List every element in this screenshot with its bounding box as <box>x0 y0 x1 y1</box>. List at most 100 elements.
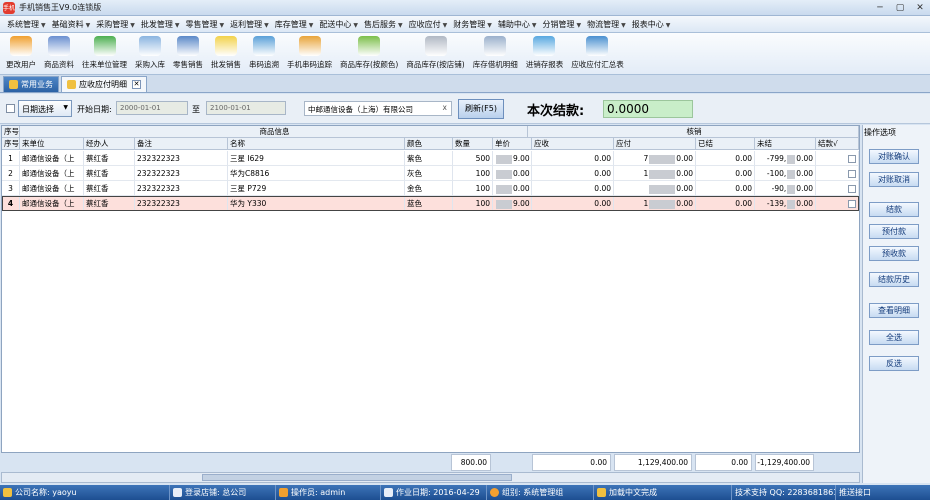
start-date-label: 开始日期: <box>77 105 112 114</box>
price-value: 0.00 <box>513 169 530 178</box>
tab-receivable-payable-detail[interactable]: 应收应付明细 ✕ <box>61 76 147 92</box>
store-icon <box>173 488 182 497</box>
horizontal-scrollbar[interactable] <box>1 472 860 483</box>
clear-icon[interactable]: x <box>443 103 447 112</box>
unsettled-prefix: -799, <box>766 154 787 163</box>
chevron-down-icon: ▼ <box>531 21 537 29</box>
payable-value: 0.00 <box>676 199 693 208</box>
toolbar-button-label: 零售销售 <box>173 60 203 69</box>
toolbar-button[interactable]: 手机串码追踪 <box>283 33 336 70</box>
menu-item[interactable]: 物流管理 ▼ <box>584 19 629 30</box>
table-cell: 0.00 <box>696 166 755 181</box>
start-date-input[interactable]: 2000-01-01 <box>116 101 188 115</box>
table-cell: 0.00 <box>532 181 614 196</box>
confirm-reconcile-button[interactable]: 对账确认 <box>869 149 919 164</box>
table-cell: 金色 <box>405 181 453 196</box>
prepay-button[interactable]: 预付款 <box>869 224 919 239</box>
settle-amount-input[interactable]: 0.0000 <box>603 100 693 118</box>
settle-button[interactable]: 结款 <box>869 202 919 217</box>
column-header[interactable]: 颜色 <box>405 138 453 150</box>
tab-common-business[interactable]: 常用业务 <box>3 76 59 92</box>
price-value: 9.00 <box>513 154 530 163</box>
table-cell: 100 <box>453 196 493 211</box>
tab-label: 应收应付明细 <box>79 80 127 89</box>
toolbar-button[interactable]: 串码追溯 <box>245 33 283 70</box>
menu-item[interactable]: 库存管理 ▼ <box>272 19 317 30</box>
total-settled: 0.00 <box>695 454 752 471</box>
maximize-button[interactable]: ▢ <box>890 1 910 15</box>
toolbar-button[interactable]: 应收应付汇总表 <box>567 33 628 70</box>
menu-item[interactable]: 系统管理 ▼ <box>4 19 49 30</box>
menu-item[interactable]: 基础资料 ▼ <box>49 19 94 30</box>
menu-item[interactable]: 报表中心 ▼ <box>629 19 674 30</box>
table-cell: 0.00 <box>532 196 614 211</box>
menu-item[interactable]: 辅助中心 ▼ <box>495 19 540 30</box>
column-header[interactable]: 应收 <box>532 138 614 150</box>
column-header[interactable]: 已结 <box>696 138 755 150</box>
menu-item[interactable]: 采购管理 ▼ <box>93 19 138 30</box>
column-header[interactable]: 备注 <box>135 138 228 150</box>
column-header[interactable]: 数量 <box>453 138 493 150</box>
status-group: 组别: 系统管理组 <box>487 485 594 500</box>
status-operator: 操作员: admin <box>276 485 381 500</box>
toolbar-button[interactable]: 批发销售 <box>207 33 245 70</box>
settle-checkbox[interactable] <box>848 155 856 163</box>
view-detail-button[interactable]: 查看明细 <box>869 303 919 318</box>
scrollbar-thumb[interactable] <box>202 474 512 481</box>
prereceive-button[interactable]: 预收款 <box>869 246 919 261</box>
minimize-button[interactable]: ─ <box>870 1 890 15</box>
table-cell: 蔡红香 <box>84 151 135 166</box>
column-header[interactable]: 经办人 <box>84 138 135 150</box>
toolbar-button[interactable]: 商品库存(按店铺) <box>402 33 468 70</box>
user-icon <box>279 488 288 497</box>
column-header[interactable]: 名称 <box>228 138 405 150</box>
menu-item[interactable]: 分销管理 ▼ <box>540 19 585 30</box>
payable-prefix: 7 <box>643 154 649 163</box>
invert-select-button[interactable]: 反选 <box>869 356 919 371</box>
toolbar-button[interactable]: 库存借机明细 <box>469 33 522 70</box>
menu-item[interactable]: 财务管理 ▼ <box>450 19 495 30</box>
table-cell: 蔡红香 <box>84 181 135 196</box>
toolbar-button[interactable]: 采购入库 <box>131 33 169 70</box>
column-header[interactable]: 未结 <box>755 138 816 150</box>
column-header[interactable]: 单价 <box>493 138 532 150</box>
menu-item[interactable]: 批发管理 ▼ <box>138 19 183 30</box>
settle-checkbox[interactable] <box>848 185 856 193</box>
filter-checkbox[interactable] <box>6 104 15 113</box>
price-value: 9.00 <box>513 199 530 208</box>
menu-item[interactable]: 配送中心 ▼ <box>316 19 361 30</box>
column-header[interactable]: 应付 <box>614 138 696 150</box>
date-mode-select[interactable]: 日期选择 ▼ <box>18 100 72 117</box>
settle-checkbox[interactable] <box>848 170 856 178</box>
column-header[interactable]: 来单位 <box>20 138 84 150</box>
menu-item-label: 财务管理 <box>453 19 486 29</box>
toolbar-button[interactable]: 零售销售 <box>169 33 207 70</box>
menu-item[interactable]: 售后服务 ▼ <box>361 19 406 30</box>
refresh-button[interactable]: 刷新(F5) <box>458 99 504 119</box>
menu-item-label: 配送中心 <box>319 19 352 29</box>
toolbar-button[interactable]: 更改用户 <box>2 33 40 70</box>
menu-item[interactable]: 应收应付 ▼ <box>406 19 451 30</box>
settle-history-button[interactable]: 结款历史 <box>869 272 919 287</box>
chevron-down-icon: ▼ <box>63 104 68 111</box>
table-cell: 三星 P729 <box>228 181 405 196</box>
menu-item[interactable]: 返利管理 ▼ <box>227 19 272 30</box>
select-all-button[interactable]: 全选 <box>869 330 919 345</box>
toolbar-button[interactable]: 进销存报表 <box>522 33 568 70</box>
magnifier-icon <box>484 36 507 56</box>
toolbar-button[interactable]: 商品资料 <box>40 33 78 70</box>
column-header[interactable]: 序号 <box>2 138 20 150</box>
menu-item[interactable]: 零售管理 ▼ <box>183 19 228 30</box>
end-date-input[interactable]: 2100-01-01 <box>206 101 286 115</box>
company-field[interactable]: 中邮通信设备（上海）有限公司 x <box>304 101 452 116</box>
settle-checkbox[interactable] <box>848 200 856 208</box>
tab-close-icon[interactable]: ✕ <box>132 80 141 89</box>
status-operator-text: 操作员: admin <box>291 488 346 497</box>
toolbar-button[interactable]: 往来单位管理 <box>78 33 131 70</box>
close-button[interactable]: ✕ <box>910 1 930 15</box>
column-header[interactable]: 结款√ <box>816 138 859 150</box>
status-company: 公司名称: yaoyu <box>0 485 170 500</box>
cancel-reconcile-button[interactable]: 对账取消 <box>869 172 919 187</box>
toolbar-button[interactable]: 商品库存(按颜色) <box>336 33 402 70</box>
table-cell: 232322323 <box>135 166 228 181</box>
